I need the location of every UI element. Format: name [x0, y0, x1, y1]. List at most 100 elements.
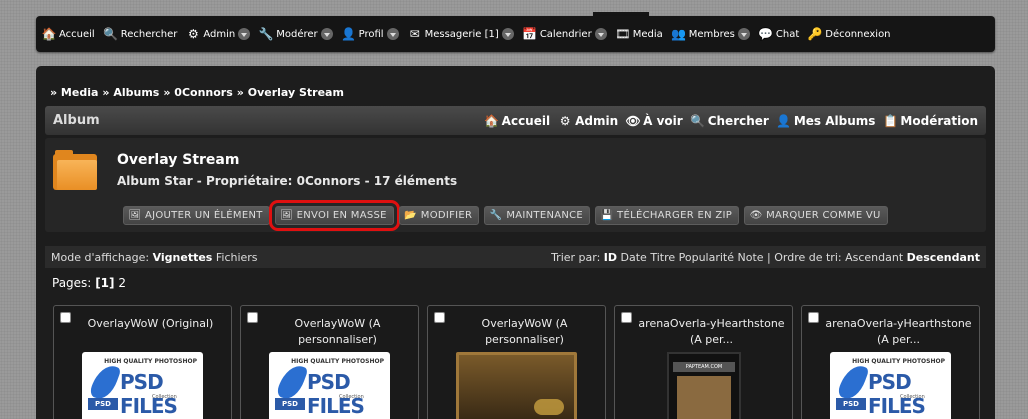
- breadcrumb-item[interactable]: » Overlay Stream: [237, 86, 344, 99]
- order-descending[interactable]: Descendant: [907, 251, 980, 264]
- home-icon: 🏠: [484, 113, 500, 128]
- thumbnail-title[interactable]: arenaOverla-yHearthstone (A per...: [635, 316, 788, 348]
- user-icon: 👤: [341, 27, 357, 41]
- album-header-bar: Album 🏠 Accueil ⚙ Admin 👁 À voir 🔍 Chercher 👤 Mes…: [45, 106, 986, 135]
- action-button-0[interactable]: 🖼 AJOUTER UN ÉLÉMENT: [123, 206, 270, 225]
- album-link-label: À voir: [643, 113, 683, 128]
- psd-hq-text: HIGH QUALITY PHOTOSHOP: [852, 358, 945, 365]
- album-link-label: Admin: [575, 113, 619, 128]
- psd-thumbnail-image[interactable]: HIGH QUALITY PHOTOSHOP PSD FILES Collectio…: [82, 352, 203, 419]
- nav-item-label: Déconnexion: [825, 28, 891, 40]
- page-link-2[interactable]: 2: [118, 276, 126, 290]
- album-link-4[interactable]: 👤 Mes Albums: [776, 113, 876, 128]
- nav-item-home[interactable]: 🏠 Accueil: [42, 27, 95, 41]
- psd-tag: PSD: [88, 398, 118, 410]
- select-checkbox[interactable]: [621, 312, 632, 323]
- nav-item-key[interactable]: 🔑 Déconnexion: [807, 27, 891, 41]
- album-link-2[interactable]: 👁 À voir: [626, 114, 683, 128]
- list-icon: 📋: [882, 113, 898, 128]
- nav-item-members[interactable]: 👥 Membres: [671, 27, 750, 41]
- thumbnail-grid: OverlayWoW (Original) HIGH QUALITY PHOTOS…: [53, 305, 988, 419]
- album-link-0[interactable]: 🏠 Accueil: [484, 113, 551, 128]
- breadcrumb-item[interactable]: » Albums: [102, 86, 159, 99]
- chevron-down-icon[interactable]: [386, 28, 399, 40]
- nav-item-user[interactable]: 👤 Profil: [341, 27, 399, 41]
- eye-icon: 👁: [749, 209, 763, 221]
- thumbnail-card[interactable]: OverlayWoW (Original) HIGH QUALITY PHOTOS…: [53, 305, 232, 419]
- display-mode-files[interactable]: Fichiers: [216, 251, 258, 264]
- psd-thumbnail-image[interactable]: HIGH QUALITY PHOTOSHOP PSD FILES Collectio…: [830, 352, 951, 419]
- select-checkbox[interactable]: [60, 312, 71, 323]
- breadcrumb-item[interactable]: » Media: [50, 86, 98, 99]
- action-button-3[interactable]: 🔧 MAINTENANCE: [484, 206, 591, 225]
- arena-banner: PAPTEAM.COM: [673, 362, 735, 372]
- select-checkbox[interactable]: [247, 312, 258, 323]
- nav-item-media[interactable]: 🎞 Media: [615, 27, 663, 41]
- select-checkbox[interactable]: [808, 312, 819, 323]
- thumbnail-title[interactable]: OverlayWoW (A personnaliser): [448, 316, 601, 348]
- sort-options[interactable]: Date Titre Popularité Note: [621, 251, 764, 264]
- overlay-thumbnail-image[interactable]: [456, 352, 577, 419]
- feather-icon: [275, 361, 309, 403]
- album-link-label: Mes Albums: [793, 113, 876, 128]
- thumbnail-card[interactable]: arenaOverla-yHearthstone (A per... HIGH Q…: [801, 305, 980, 419]
- thumbnail-title[interactable]: OverlayWoW (Original): [74, 316, 227, 332]
- chevron-down-icon[interactable]: [238, 28, 251, 40]
- top-navigation: 🏠 Accueil 🔍 Rechercher ⚙ Admin 🔧 Modérer 👤 Profil…: [36, 16, 995, 52]
- gear-icon: ⚙: [559, 113, 571, 128]
- action-button-label: ENVOI EN MASSE: [296, 210, 387, 221]
- nav-item-label: Messagerie [1]: [424, 28, 499, 40]
- nav-item-wrench[interactable]: 🔧 Modérer: [258, 27, 333, 41]
- thumbnail-card[interactable]: OverlayWoW (A personnaliser): [427, 305, 606, 419]
- psd-thumbnail-image[interactable]: HIGH QUALITY PHOTOSHOP PSD FILES Collectio…: [269, 352, 390, 419]
- psd-tag: PSD: [836, 398, 866, 410]
- nav-item-gear[interactable]: ⚙ Admin: [186, 27, 251, 41]
- pagination: Pages: [1] 2: [52, 276, 126, 290]
- wrench-icon: 🔧: [258, 27, 274, 41]
- nav-item-search[interactable]: 🔍 Rechercher: [103, 27, 177, 41]
- psd-sub-text: Collection: [900, 394, 925, 400]
- nav-item-mail[interactable]: ✉ Messagerie [1]: [408, 27, 514, 41]
- order-ascending[interactable]: Ascendant: [845, 251, 903, 264]
- psd-hq-text: HIGH QUALITY PHOTOSHOP: [104, 358, 197, 365]
- arena-screen: [677, 376, 731, 419]
- action-button-5[interactable]: 👁 MARQUER COMME VU: [744, 206, 888, 225]
- action-button-label: MODIFIER: [420, 210, 473, 221]
- chevron-down-icon[interactable]: [737, 28, 750, 40]
- album-header-links: 🏠 Accueil ⚙ Admin 👁 À voir 🔍 Chercher 👤 Mes Album…: [477, 114, 978, 128]
- arena-thumbnail-image[interactable]: PAPTEAM.COM: [667, 352, 741, 419]
- action-button-2[interactable]: 📂 MODIFIER: [398, 206, 480, 225]
- select-checkbox[interactable]: [434, 312, 445, 323]
- psd-sub-text: Collection: [339, 394, 364, 400]
- chevron-down-icon[interactable]: [501, 28, 514, 40]
- members-icon: 👥: [671, 27, 687, 41]
- chevron-down-icon[interactable]: [320, 28, 333, 40]
- action-button-1[interactable]: 🖼 ENVOI EN MASSE: [268, 200, 400, 231]
- action-button-4[interactable]: 💾 TÉLÉCHARGER EN ZIP: [595, 206, 740, 225]
- thumbnail-card[interactable]: arenaOverla-yHearthstone (A per... PAPTEA…: [614, 305, 793, 419]
- nav-item-chat[interactable]: 💬 Chat: [758, 27, 799, 41]
- chevron-down-icon[interactable]: [594, 28, 607, 40]
- display-mode-thumbnails[interactable]: Vignettes: [153, 251, 213, 264]
- album-link-label: Chercher: [707, 113, 769, 128]
- eye-icon: 👁: [625, 113, 641, 128]
- album-link-1[interactable]: ⚙ Admin: [558, 114, 618, 128]
- nav-item-calendar[interactable]: 📅 Calendrier: [522, 27, 607, 41]
- album-link-label: Modération: [900, 113, 978, 128]
- media-icon: 🎞: [615, 27, 631, 41]
- tools-icon: 🔧: [489, 209, 503, 221]
- nav-item-label: Modérer: [276, 28, 318, 40]
- album-link-3[interactable]: 🔍 Chercher: [690, 113, 769, 128]
- nav-item-label: Media: [632, 28, 663, 40]
- thumbnail-card[interactable]: OverlayWoW (A personnaliser) HIGH QUALITY…: [240, 305, 419, 419]
- key-icon: 🔑: [807, 27, 823, 41]
- calendar-icon: 📅: [522, 27, 538, 41]
- album-link-label: Accueil: [501, 113, 551, 128]
- breadcrumb-item[interactable]: » 0Connors: [163, 86, 232, 99]
- thumbnail-title[interactable]: OverlayWoW (A personnaliser): [261, 316, 414, 348]
- search-icon: 🔍: [690, 113, 706, 128]
- album-link-5[interactable]: 📋 Modération: [883, 114, 978, 128]
- sort-id[interactable]: ID: [604, 251, 617, 264]
- folder-edit-icon: 📂: [404, 209, 418, 221]
- thumbnail-title[interactable]: arenaOverla-yHearthstone (A per...: [822, 316, 975, 348]
